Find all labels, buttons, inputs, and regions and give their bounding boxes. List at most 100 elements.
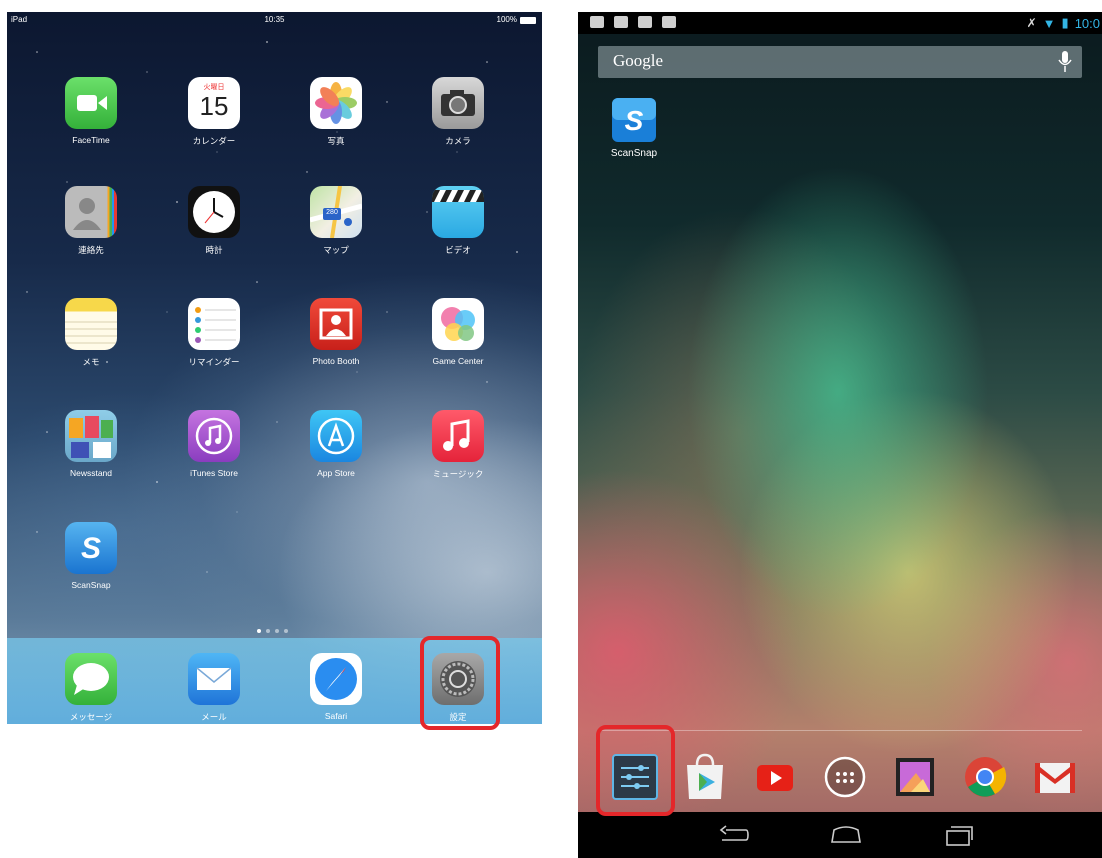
app-maps[interactable]: 280 マップ bbox=[296, 186, 376, 256]
dock-app-messages[interactable]: メッセージ bbox=[51, 653, 131, 723]
settings-highlight-box bbox=[596, 725, 675, 816]
app-label: ScanSnap bbox=[71, 580, 111, 590]
battery-icon bbox=[520, 16, 536, 24]
hotseat-youtube[interactable] bbox=[751, 753, 799, 801]
hotseat-app-drawer[interactable] bbox=[821, 753, 869, 801]
app-label: 写真 bbox=[327, 136, 345, 146]
page-dot bbox=[284, 629, 288, 633]
app-label: メール bbox=[201, 712, 227, 722]
calendar-icon: 火曜日 15 bbox=[188, 77, 240, 129]
android-app-scansnap[interactable]: S ScanSnap bbox=[599, 96, 669, 159]
chrome-icon bbox=[965, 757, 1007, 797]
play-store-icon bbox=[687, 753, 723, 799]
maps-icon: 280 bbox=[310, 186, 362, 238]
settings-highlight-box bbox=[420, 636, 500, 730]
dock-app-mail[interactable]: メール bbox=[174, 653, 254, 723]
hotseat-gallery[interactable] bbox=[891, 753, 939, 801]
page-dot-active bbox=[257, 629, 261, 633]
app-videos[interactable]: ビデオ bbox=[418, 186, 498, 256]
calendar-weekday: 火曜日 bbox=[203, 84, 225, 91]
app-label: Newsstand bbox=[69, 468, 113, 478]
battery-percent: 100% bbox=[496, 15, 517, 24]
page-dot bbox=[266, 629, 270, 633]
page-indicator bbox=[257, 629, 288, 633]
app-label: Game Center bbox=[432, 356, 484, 366]
app-contacts[interactable]: 連絡先 bbox=[51, 186, 131, 256]
ipad-screen: iPad 10:35 100% FaceTime 火曜日 15 カレンダー 写真… bbox=[7, 12, 542, 724]
app-label: FaceTime bbox=[72, 135, 110, 145]
clock-icon bbox=[188, 186, 240, 238]
newsstand-icon bbox=[65, 410, 117, 462]
app-label: App Store bbox=[317, 468, 355, 478]
app-label: リマインダー bbox=[188, 357, 240, 367]
app-label: ミュージック bbox=[432, 469, 484, 479]
app-scansnap[interactable]: S ScanSnap bbox=[51, 522, 131, 590]
android-navigation-bar bbox=[578, 812, 1102, 858]
app-clock[interactable]: 時計 bbox=[174, 186, 254, 256]
app-notes[interactable]: メモ bbox=[51, 298, 131, 368]
reminders-icon bbox=[188, 298, 240, 350]
app-newsstand[interactable]: Newsstand bbox=[51, 410, 131, 478]
android-status-bar: ✗ ▼ ▮ 10:0 bbox=[578, 12, 1102, 34]
status-time: 10:0 bbox=[1074, 15, 1100, 31]
app-label: マップ bbox=[323, 245, 349, 255]
hotseat-play-store[interactable] bbox=[681, 753, 729, 801]
app-game-center[interactable]: Game Center bbox=[418, 298, 498, 366]
scansnap-icon: S bbox=[610, 96, 658, 144]
app-label: カメラ bbox=[445, 136, 471, 146]
app-label: メッセージ bbox=[69, 712, 113, 722]
app-photo-booth[interactable]: Photo Booth bbox=[296, 298, 376, 366]
app-calendar[interactable]: 火曜日 15 カレンダー bbox=[174, 77, 254, 147]
wifi-icon: ▼ bbox=[1042, 15, 1056, 31]
app-app-store[interactable]: App Store bbox=[296, 410, 376, 478]
app-label: ScanSnap bbox=[610, 148, 658, 159]
google-search-bar[interactable]: Google bbox=[598, 46, 1082, 78]
calendar-day: 15 bbox=[199, 91, 229, 121]
messages-icon bbox=[65, 653, 117, 705]
download-notification-icon bbox=[638, 16, 652, 28]
app-camera[interactable]: カメラ bbox=[418, 77, 498, 147]
svg-text:S: S bbox=[81, 532, 101, 565]
hotseat-chrome[interactable] bbox=[961, 753, 1009, 801]
microphone-icon[interactable] bbox=[1058, 51, 1072, 73]
camera-icon bbox=[432, 77, 484, 129]
app-music[interactable]: ミュージック bbox=[418, 410, 498, 480]
battery-icon: ▮ bbox=[1061, 15, 1069, 30]
muted-icon: ✗ bbox=[1026, 16, 1037, 30]
gmail-icon bbox=[1035, 763, 1075, 793]
app-facetime[interactable]: FaceTime bbox=[51, 77, 131, 145]
app-label: カレンダー bbox=[192, 136, 236, 146]
clock-label: 10:35 bbox=[264, 15, 285, 24]
app-label: 時計 bbox=[205, 245, 223, 255]
app-label: Safari bbox=[324, 711, 348, 721]
contacts-icon bbox=[65, 186, 117, 238]
app-label: Photo Booth bbox=[312, 356, 360, 366]
android-notification-icon bbox=[662, 16, 676, 28]
gmail-notification-icon bbox=[590, 16, 604, 28]
hotseat-gmail[interactable] bbox=[1031, 753, 1079, 801]
notes-icon bbox=[65, 298, 117, 350]
app-label: ビデオ bbox=[445, 245, 471, 255]
videos-icon bbox=[432, 186, 484, 238]
safari-icon bbox=[310, 653, 362, 705]
mail-icon bbox=[188, 653, 240, 705]
youtube-icon bbox=[757, 765, 793, 791]
app-label: メモ bbox=[82, 357, 100, 367]
music-icon bbox=[432, 410, 484, 462]
photo-booth-icon bbox=[310, 298, 362, 350]
app-drawer-icon bbox=[824, 756, 866, 798]
recent-apps-icon[interactable] bbox=[944, 824, 974, 846]
dock-app-safari[interactable]: Safari bbox=[296, 653, 376, 721]
back-icon[interactable] bbox=[718, 824, 750, 846]
facetime-icon bbox=[65, 77, 117, 129]
app-label: 連絡先 bbox=[78, 245, 104, 255]
road-sign-label: 280 bbox=[326, 209, 338, 216]
screenshot-notification-icon bbox=[614, 16, 628, 28]
app-photos[interactable]: 写真 bbox=[296, 77, 376, 147]
app-store-icon bbox=[310, 410, 362, 462]
game-center-icon bbox=[432, 298, 484, 350]
home-icon[interactable] bbox=[828, 824, 864, 846]
photos-icon bbox=[310, 77, 362, 129]
app-reminders[interactable]: リマインダー bbox=[174, 298, 254, 368]
app-itunes-store[interactable]: iTunes Store bbox=[174, 410, 254, 478]
